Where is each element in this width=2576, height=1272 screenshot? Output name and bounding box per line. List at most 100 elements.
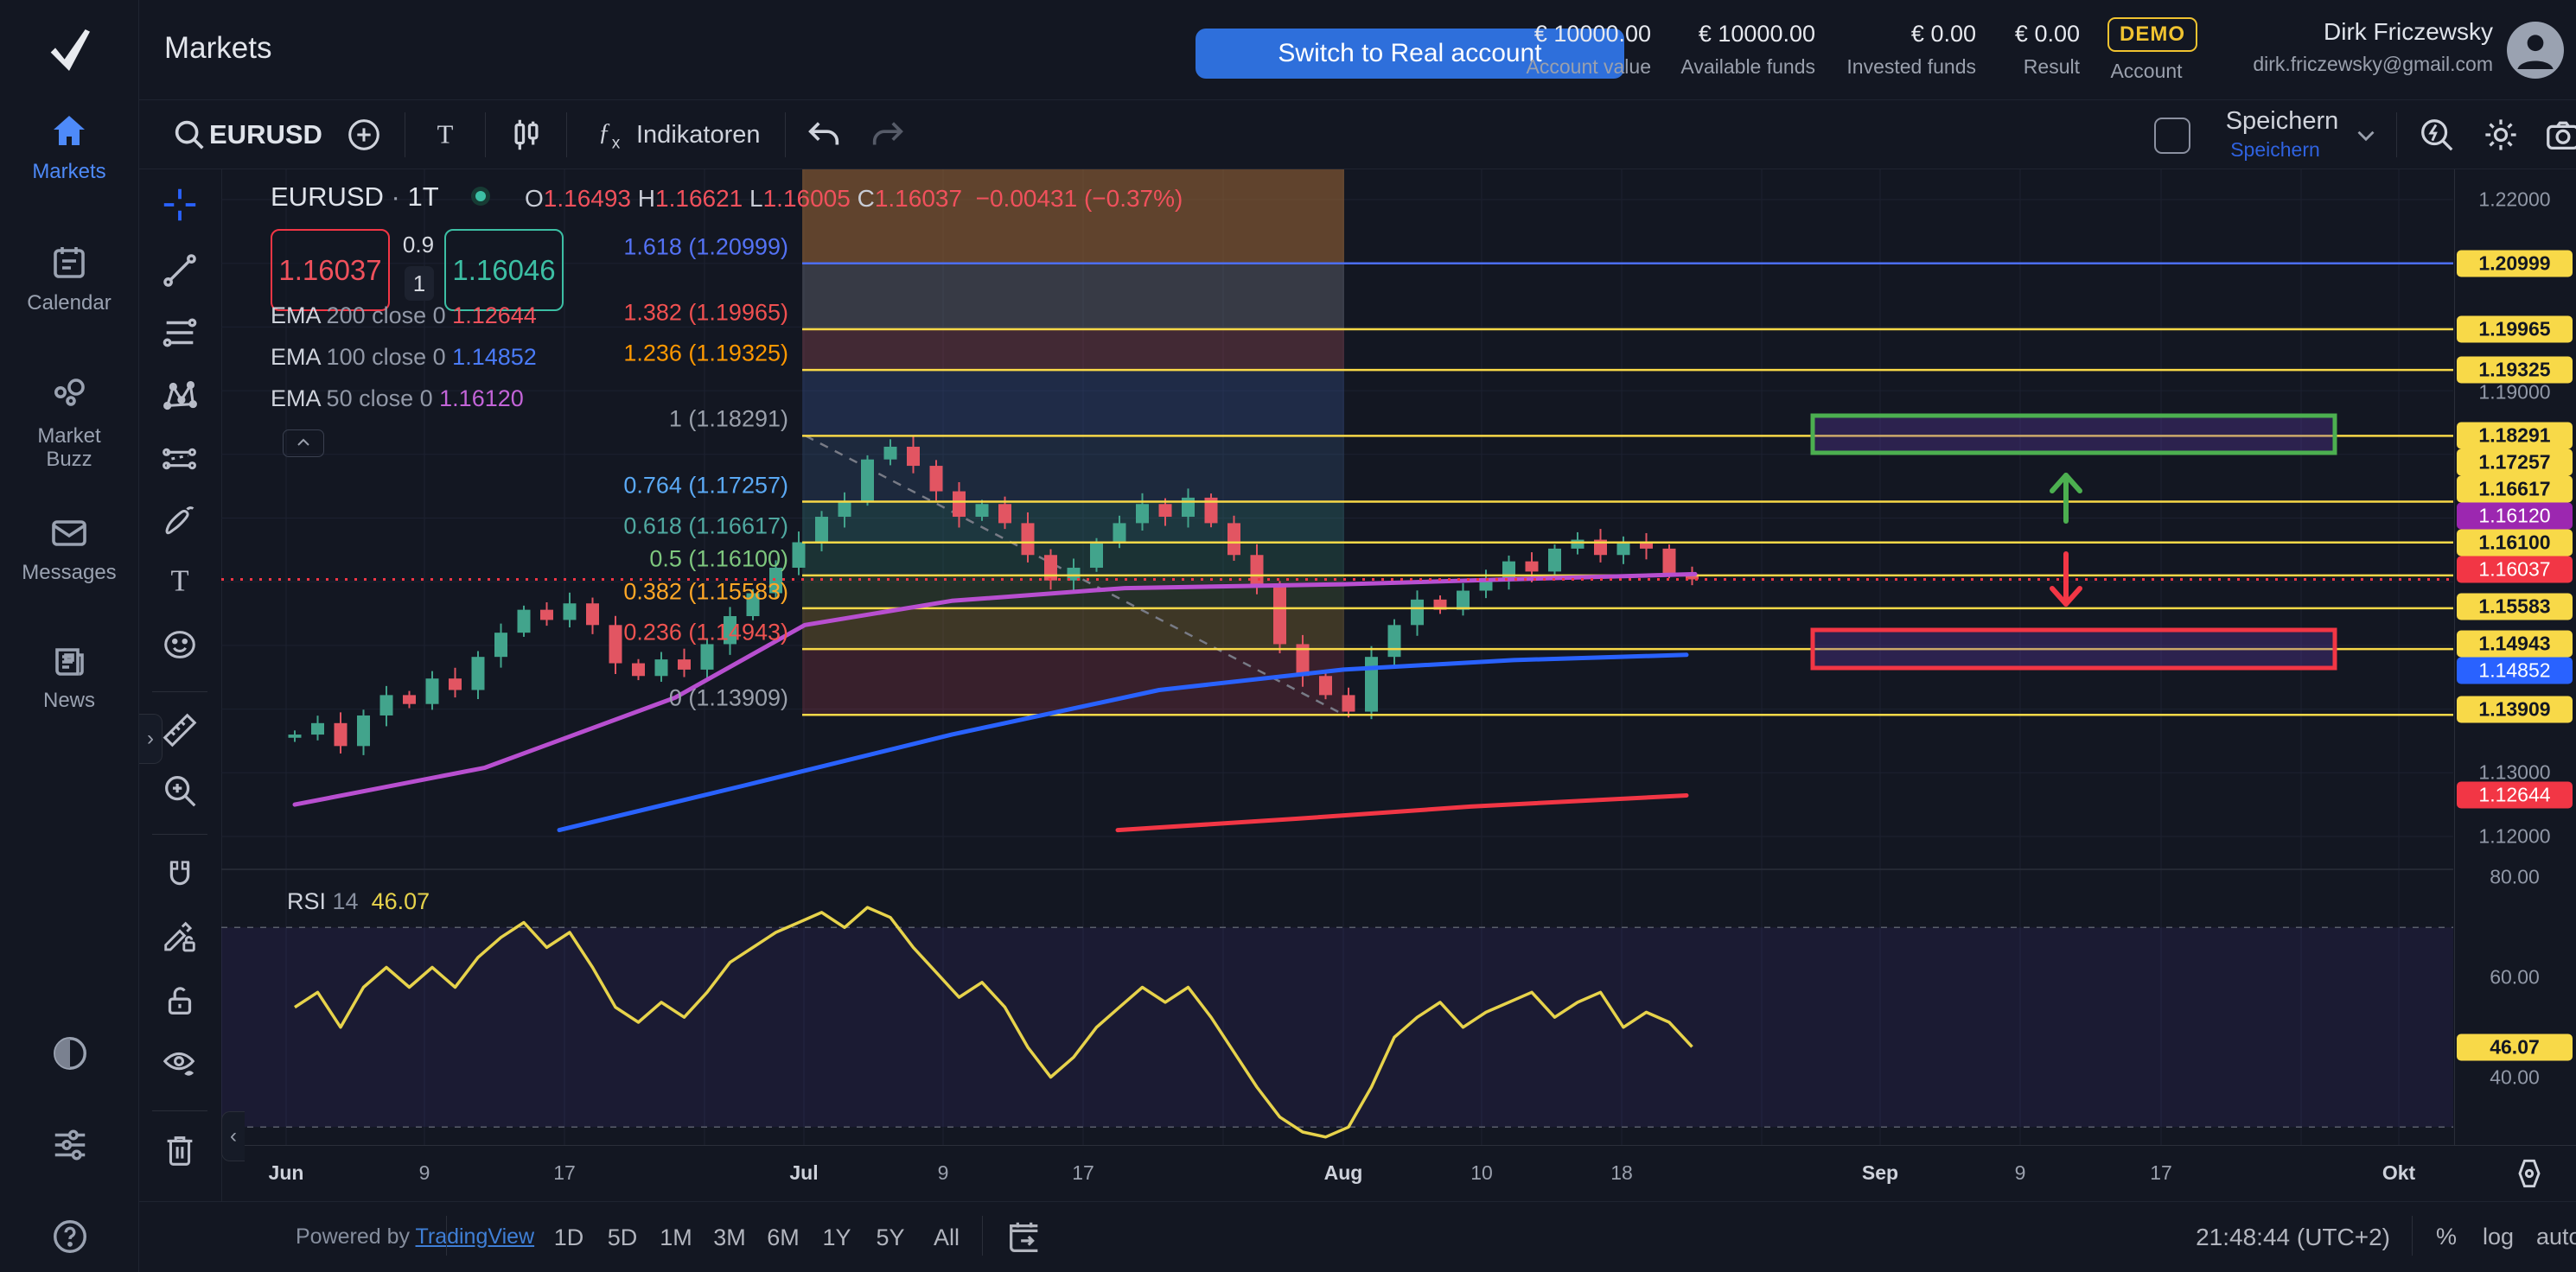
fib-retracement-tool-button[interactable] (160, 313, 200, 353)
trading-app: Markets Calendar Market Buzz Messages Ne… (0, 0, 2576, 1272)
user-info[interactable]: Dirk Friczewsky dirk.friczewsky@gmail.co… (2248, 18, 2493, 76)
indicator-row-ema50[interactable]: EMA 50 close 0 1.16120 (271, 385, 524, 415)
sidebar-item-market-buzz[interactable]: Market Buzz (0, 375, 138, 471)
collapse-toolbar-tab[interactable]: ‹ (221, 1111, 245, 1161)
active-symbol[interactable]: EURUSD (209, 119, 322, 150)
avatar[interactable] (2507, 22, 2564, 79)
range-button-1d[interactable]: 1D (547, 1221, 591, 1255)
brand-logo[interactable] (0, 0, 138, 99)
collapse-sidebar-tab[interactable]: › (139, 714, 163, 764)
scroll-to-recent-button[interactable] (2510, 1154, 2548, 1192)
text-annotation-button[interactable]: T (160, 561, 200, 601)
quick-search-button[interactable] (2417, 115, 2457, 155)
legend-symbol[interactable]: EURUSD (271, 181, 384, 212)
zone-rectangle (1813, 416, 2335, 453)
lock-drawings-button[interactable] (160, 981, 200, 1021)
price-axis-label: 1.14852 (2457, 658, 2573, 684)
legend-collapse-button[interactable] (283, 429, 324, 457)
candle-body (793, 543, 806, 568)
fib-band (802, 169, 1344, 264)
range-button-5y[interactable]: 5Y (869, 1221, 911, 1255)
chart-settings-button[interactable] (2481, 115, 2521, 155)
percent-scale-button[interactable]: % (2436, 1224, 2457, 1250)
sell-button[interactable]: 1.16037 (271, 229, 390, 311)
symbol-search-button[interactable] (169, 115, 209, 155)
envelope-icon (48, 512, 90, 553)
help-button[interactable] (50, 1217, 90, 1256)
candle-body (1113, 523, 1126, 542)
go-to-date-button[interactable] (1004, 1218, 1044, 1257)
pattern-tool-button[interactable] (160, 376, 200, 416)
fib-level-label: 0.5 (1.16100) (649, 545, 788, 572)
indicator-row-ema200[interactable]: EMA 200 close 0 1.12644 (271, 302, 537, 332)
layout-checkbox[interactable] (2154, 118, 2190, 154)
legend-interval[interactable]: 1T (407, 181, 438, 212)
indicator-row-rsi[interactable]: RSI 14 46.07 (287, 888, 430, 915)
candle-body (1457, 591, 1470, 610)
newspaper-icon (48, 639, 90, 681)
indicators-button[interactable]: ƒ x (588, 115, 628, 155)
tradingview-link[interactable]: TradingView (416, 1224, 535, 1249)
redo-button[interactable] (868, 115, 908, 155)
candle-body (380, 695, 393, 716)
save-button[interactable]: Speichern (2213, 107, 2351, 136)
compare-add-button[interactable] (344, 115, 384, 155)
preferences-button[interactable] (50, 1125, 90, 1165)
undo-button[interactable] (804, 115, 844, 155)
chart-pane[interactable]: EURUSD · 1T O1.16493 H1.16621 L1.16005 C… (221, 169, 2453, 1145)
page-title: Markets (164, 31, 271, 66)
brush-tool-button[interactable] (160, 500, 200, 540)
save-status[interactable]: Speichern (2206, 138, 2344, 162)
app-sidebar: Markets Calendar Market Buzz Messages Ne… (0, 0, 139, 1272)
ema100-value: 1.14852 (452, 344, 537, 370)
sidebar-item-messages[interactable]: Messages (0, 512, 138, 584)
sidebar-item-calendar[interactable]: Calendar (0, 242, 138, 315)
sidebar-item-label: Messages (22, 561, 116, 584)
indicators-label[interactable]: Indikatoren (636, 121, 761, 149)
zoom-in-tool-button[interactable] (160, 771, 200, 811)
snapshot-button[interactable] (2543, 115, 2576, 155)
crosshair-tool-button[interactable] (160, 185, 200, 225)
range-button-1m[interactable]: 1M (653, 1221, 699, 1255)
candle-body (1617, 543, 1630, 556)
price-axis-label: 1.12644 (2457, 782, 2573, 809)
buy-button[interactable]: 1.16046 (444, 229, 564, 311)
toolbar-divider (485, 112, 486, 157)
price-chart-canvas[interactable] (221, 169, 2453, 1145)
chart-style-button[interactable] (507, 115, 546, 155)
trend-line-tool-button[interactable] (160, 251, 200, 290)
contrast-icon (50, 1034, 90, 1073)
fib-level-label: 1.618 (1.20999) (623, 233, 788, 260)
save-menu-button[interactable] (2351, 121, 2391, 161)
sidebar-item-markets[interactable]: Markets (0, 111, 138, 183)
range-button-1y[interactable]: 1Y (815, 1221, 858, 1255)
candle-body (1182, 498, 1195, 517)
range-button-3m[interactable]: 3M (706, 1221, 753, 1255)
auto-scale-button[interactable]: auto (2536, 1224, 2576, 1250)
measure-tool-button[interactable] (160, 710, 200, 750)
projection-tool-button[interactable] (160, 439, 200, 479)
toolbar-divider (566, 112, 567, 157)
price-axis[interactable]: 1.220001.209991.199651.193251.190001.182… (2454, 169, 2576, 1145)
home-icon (48, 111, 90, 152)
time-axis[interactable]: Jun917Jul917Aug1018Sep917Okt (221, 1145, 2576, 1202)
magnet-mode-button[interactable] (160, 855, 200, 895)
range-button-6m[interactable]: 6M (760, 1221, 807, 1255)
theme-contrast-button[interactable] (50, 1034, 90, 1073)
hide-drawings-button[interactable] (160, 1043, 200, 1083)
remove-drawings-button[interactable] (160, 1130, 200, 1170)
range-button-5d[interactable]: 5D (601, 1221, 645, 1255)
sidebar-item-news[interactable]: News (0, 639, 138, 712)
market-status-icon[interactable] (471, 187, 490, 206)
text-tool-button[interactable]: T (425, 115, 465, 155)
drawing-mode-lock-button[interactable] (160, 918, 200, 957)
price-axis-label: 1.14943 (2457, 631, 2573, 658)
log-scale-button[interactable]: log (2483, 1224, 2514, 1250)
indicator-row-ema100[interactable]: EMA 100 close 0 1.14852 (271, 344, 537, 373)
price-axis-label: 80.00 (2457, 864, 2573, 891)
gear-icon (2481, 115, 2521, 155)
quantity-value[interactable]: 1 (405, 266, 434, 301)
session-clock[interactable]: 21:48:44 (UTC+2) (2040, 1224, 2390, 1251)
emoji-tool-button[interactable] (160, 625, 200, 665)
range-button-all[interactable]: All (927, 1221, 966, 1255)
